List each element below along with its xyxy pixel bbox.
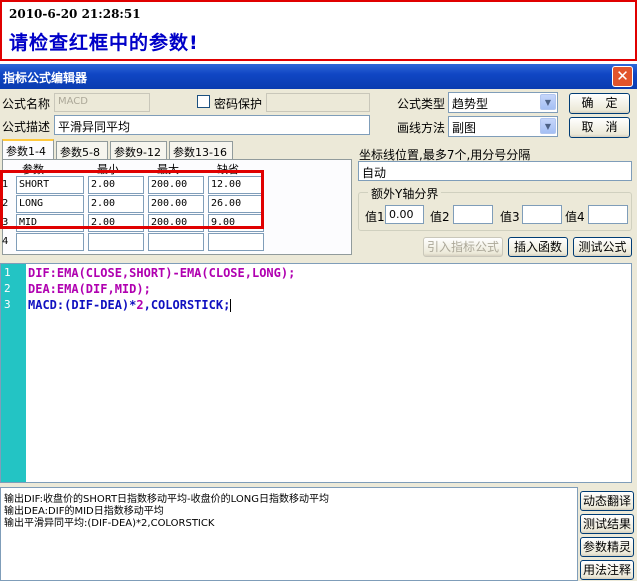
formula-name-field[interactable]: MACD (54, 93, 150, 112)
val1-field[interactable]: 0.00 (385, 205, 424, 224)
code-line-2: DEA:EMA(DIF,MID); (28, 282, 151, 296)
param-wizard-button[interactable]: 参数精灵 (580, 537, 634, 557)
close-icon[interactable]: ✕ (612, 66, 633, 87)
val3-label: 值3 (500, 210, 520, 224)
formula-type-value: 趋势型 (452, 97, 489, 111)
draw-method-value: 副图 (452, 121, 477, 135)
code-line-3: MACD:(DIF-DEA)*2,COLORSTICK; (28, 298, 232, 312)
code-line-3-part-a: MACD:(DIF-DEA)* (28, 298, 137, 312)
line-number: 3 (4, 298, 11, 311)
line-number: 2 (4, 282, 11, 295)
val4-label: 值4 (565, 210, 585, 224)
password-field[interactable] (266, 93, 370, 112)
param-max-field[interactable] (148, 233, 204, 251)
formula-type-label: 公式类型 (397, 97, 446, 111)
val3-field[interactable] (522, 205, 562, 224)
line-number-gutter: 1 2 3 (1, 264, 26, 482)
cancel-button[interactable]: 取 消 (569, 117, 630, 138)
formula-type-select[interactable]: 趋势型 ▼ (448, 92, 558, 113)
window-title: 指标公式编辑器 (3, 71, 88, 85)
coord-lines-field[interactable]: 自动 (358, 161, 632, 181)
extra-y-axis-title: 额外Y轴分界 (368, 185, 442, 202)
draw-method-label: 画线方法 (397, 121, 446, 135)
val2-field[interactable] (453, 205, 493, 224)
test-result-button[interactable]: 测试结果 (580, 514, 634, 534)
code-line-1: DIF:EMA(CLOSE,SHORT)-EMA(CLOSE,LONG); (28, 266, 296, 280)
insert-function-button[interactable]: 插入函数 (508, 237, 568, 257)
ok-button[interactable]: 确 定 (569, 93, 630, 114)
error-highlight-box (0, 170, 264, 229)
import-formula-button[interactable]: 引入指标公式 (423, 237, 503, 257)
val4-field[interactable] (588, 205, 628, 224)
formula-desc-field[interactable]: 平滑异同平均 (54, 115, 370, 135)
code-line-3-number: 2 (136, 298, 144, 312)
tab-params-5-8[interactable]: 参数5-8 (56, 141, 108, 160)
formula-desc-label: 公式描述 (2, 120, 51, 134)
formula-name-label: 公式名称 (2, 97, 51, 111)
tab-params-9-12[interactable]: 参数9-12 (110, 141, 167, 160)
notice-message: 请检查红框中的参数! (9, 32, 199, 54)
test-formula-button[interactable]: 测试公式 (573, 237, 632, 257)
formula-editor-dialog: 公式名称 MACD 密码保护 公式类型 趋势型 ▼ 确 定 公式描述 平滑异同平… (0, 89, 637, 581)
usage-notes-button[interactable]: 用法注释 (580, 560, 634, 580)
row-number: 4 (2, 236, 9, 247)
draw-method-select[interactable]: 副图 ▼ (448, 116, 558, 137)
notice-timestamp: 2010-6-20 21:28:51 (9, 7, 141, 21)
code-line-3-part-c: ,COLORSTICK; (143, 298, 231, 312)
title-bar: 指标公式编辑器 ✕ (0, 64, 637, 89)
line-number: 1 (4, 266, 11, 279)
param-default-field[interactable] (208, 233, 264, 251)
val2-label: 值2 (430, 210, 450, 224)
dynamic-translate-button[interactable]: 动态翻译 (580, 491, 634, 511)
text-caret (230, 299, 232, 312)
password-label: 密码保护 (214, 97, 263, 111)
param-min-field[interactable] (88, 233, 144, 251)
chevron-down-icon[interactable]: ▼ (540, 118, 556, 134)
output-panel: 输出DIF:收盘价的SHORT日指数移动平均-收盘价的LONG日指数移动平均 输… (0, 487, 578, 581)
val1-label: 值1 (365, 210, 385, 224)
output-line: 输出平滑异同平均:(DIF-DEA)*2,COLORSTICK (4, 518, 215, 529)
chevron-down-icon[interactable]: ▼ (540, 94, 556, 110)
notice-banner: 2010-6-20 21:28:51 请检查红框中的参数! (0, 0, 637, 61)
password-checkbox[interactable] (197, 95, 210, 108)
tab-params-13-16[interactable]: 参数13-16 (169, 141, 233, 160)
code-editor[interactable]: 1 2 3 DIF:EMA(CLOSE,SHORT)-EMA(CLOSE,LON… (0, 263, 632, 483)
param-name-field[interactable] (16, 233, 84, 251)
tab-params-1-4[interactable]: 参数1-4 (2, 139, 54, 160)
